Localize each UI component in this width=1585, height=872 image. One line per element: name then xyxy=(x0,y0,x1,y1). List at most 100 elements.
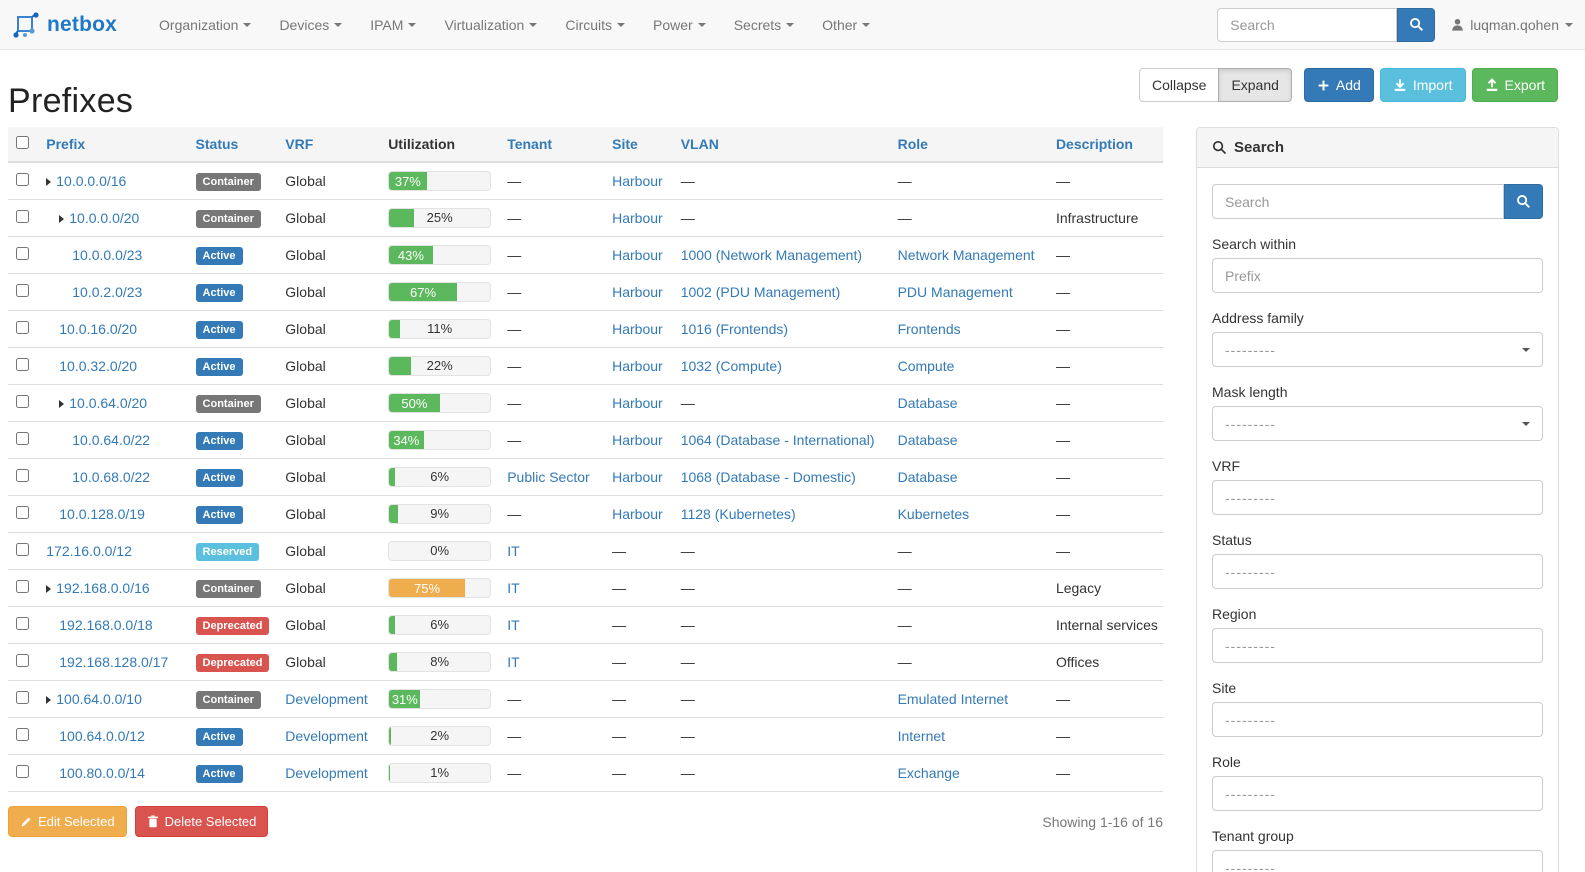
edit-selected-button[interactable]: Edit Selected xyxy=(8,806,127,837)
global-search-button[interactable] xyxy=(1397,8,1435,42)
row-checkbox[interactable] xyxy=(16,395,29,408)
role-link[interactable]: Kubernetes xyxy=(898,506,970,522)
delete-selected-button[interactable]: Delete Selected xyxy=(135,806,269,837)
role-link[interactable]: Database xyxy=(898,432,958,448)
tenant-link[interactable]: IT xyxy=(507,543,519,559)
site-link[interactable]: Harbour xyxy=(612,284,663,300)
site-link[interactable]: Harbour xyxy=(612,358,663,374)
filter-box-status[interactable]: --------- xyxy=(1212,554,1543,589)
prefix-link[interactable]: 172.16.0.0/12 xyxy=(46,543,132,559)
vlan-link[interactable]: 1064 (Database - International) xyxy=(681,432,875,448)
vrf-link[interactable]: Development xyxy=(285,765,368,781)
prefix-link[interactable]: 10.0.64.0/20 xyxy=(69,395,147,411)
column-header-description[interactable]: Description xyxy=(1048,127,1163,162)
nav-item-organization[interactable]: Organization xyxy=(145,2,265,48)
vlan-link[interactable]: 1000 (Network Management) xyxy=(681,247,862,263)
select-all-checkbox[interactable] xyxy=(16,136,29,149)
prefix-link[interactable]: 192.168.0.0/18 xyxy=(59,617,152,633)
role-link[interactable]: PDU Management xyxy=(898,284,1013,300)
vlan-link[interactable]: 1032 (Compute) xyxy=(681,358,782,374)
column-header-site[interactable]: Site xyxy=(604,127,673,162)
nav-item-other[interactable]: Other xyxy=(808,2,884,48)
row-checkbox[interactable] xyxy=(16,210,29,223)
vrf-link[interactable]: Development xyxy=(285,728,368,744)
prefix-link[interactable]: 10.0.0.0/20 xyxy=(69,210,139,226)
prefix-link[interactable]: 10.0.128.0/19 xyxy=(59,506,145,522)
add-button[interactable]: Add xyxy=(1304,68,1374,102)
collapse-button[interactable]: Collapse xyxy=(1139,68,1219,102)
column-header-status[interactable]: Status xyxy=(188,127,278,162)
column-header-role[interactable]: Role xyxy=(890,127,1048,162)
column-header-prefix[interactable]: Prefix xyxy=(38,127,187,162)
role-link[interactable]: Database xyxy=(898,395,958,411)
tenant-link[interactable]: IT xyxy=(507,654,519,670)
netbox-brand[interactable]: netbox xyxy=(12,11,117,39)
filter-box-tenant-group[interactable]: --------- xyxy=(1212,850,1543,872)
user-menu[interactable]: luqman.qohen xyxy=(1451,17,1573,33)
role-link[interactable]: Network Management xyxy=(898,247,1035,263)
row-checkbox[interactable] xyxy=(16,765,29,778)
role-link[interactable]: Emulated Internet xyxy=(898,691,1009,707)
filter-input-search-within[interactable] xyxy=(1212,258,1543,293)
nav-item-secrets[interactable]: Secrets xyxy=(720,2,808,48)
nav-item-power[interactable]: Power xyxy=(639,2,720,48)
nav-item-ipam[interactable]: IPAM xyxy=(356,2,430,48)
prefix-link[interactable]: 10.0.16.0/20 xyxy=(59,321,137,337)
role-link[interactable]: Internet xyxy=(898,728,945,744)
row-checkbox[interactable] xyxy=(16,247,29,260)
nav-item-circuits[interactable]: Circuits xyxy=(551,2,639,48)
row-checkbox[interactable] xyxy=(16,617,29,630)
import-button[interactable]: Import xyxy=(1380,68,1466,102)
expand-button[interactable]: Expand xyxy=(1218,68,1291,102)
vlan-link[interactable]: 1002 (PDU Management) xyxy=(681,284,841,300)
role-link[interactable]: Database xyxy=(898,469,958,485)
row-checkbox[interactable] xyxy=(16,654,29,667)
row-checkbox[interactable] xyxy=(16,432,29,445)
row-checkbox[interactable] xyxy=(16,543,29,556)
row-checkbox[interactable] xyxy=(16,358,29,371)
row-checkbox[interactable] xyxy=(16,506,29,519)
row-checkbox[interactable] xyxy=(16,469,29,482)
filter-select-address-family[interactable]: --------- xyxy=(1212,332,1543,367)
column-header-vlan[interactable]: VLAN xyxy=(673,127,890,162)
site-link[interactable]: Harbour xyxy=(612,506,663,522)
filter-box-role[interactable]: --------- xyxy=(1212,776,1543,811)
tenant-link[interactable]: Public Sector xyxy=(507,469,589,485)
global-search-input[interactable] xyxy=(1217,8,1397,42)
prefix-link[interactable]: 100.80.0.0/14 xyxy=(59,765,145,781)
prefix-link[interactable]: 10.0.64.0/22 xyxy=(72,432,150,448)
prefix-link[interactable]: 10.0.0.0/23 xyxy=(72,247,142,263)
nav-item-virtualization[interactable]: Virtualization xyxy=(430,2,551,48)
prefix-link[interactable]: 100.64.0.0/12 xyxy=(59,728,145,744)
site-link[interactable]: Harbour xyxy=(612,432,663,448)
tenant-link[interactable]: IT xyxy=(507,617,519,633)
vlan-link[interactable]: 1016 (Frontends) xyxy=(681,321,788,337)
prefix-link[interactable]: 10.0.2.0/23 xyxy=(72,284,142,300)
row-checkbox[interactable] xyxy=(16,173,29,186)
site-link[interactable]: Harbour xyxy=(612,173,663,189)
role-link[interactable]: Compute xyxy=(898,358,955,374)
sidebar-search-button[interactable] xyxy=(1504,184,1543,219)
export-button[interactable]: Export xyxy=(1472,68,1558,102)
prefix-link[interactable]: 192.168.0.0/16 xyxy=(56,580,149,596)
row-checkbox[interactable] xyxy=(16,728,29,741)
row-checkbox[interactable] xyxy=(16,580,29,593)
prefix-link[interactable]: 10.0.32.0/20 xyxy=(59,358,137,374)
site-link[interactable]: Harbour xyxy=(612,469,663,485)
filter-box-site[interactable]: --------- xyxy=(1212,702,1543,737)
row-checkbox[interactable] xyxy=(16,284,29,297)
row-checkbox[interactable] xyxy=(16,691,29,704)
column-header-tenant[interactable]: Tenant xyxy=(499,127,604,162)
site-link[interactable]: Harbour xyxy=(612,210,663,226)
filter-select-mask-length[interactable]: --------- xyxy=(1212,406,1543,441)
filter-box-vrf[interactable]: --------- xyxy=(1212,480,1543,515)
filter-box-region[interactable]: --------- xyxy=(1212,628,1543,663)
tenant-link[interactable]: IT xyxy=(507,580,519,596)
vlan-link[interactable]: 1068 (Database - Domestic) xyxy=(681,469,856,485)
nav-item-devices[interactable]: Devices xyxy=(265,2,356,48)
site-link[interactable]: Harbour xyxy=(612,247,663,263)
role-link[interactable]: Frontends xyxy=(898,321,961,337)
prefix-link[interactable]: 100.64.0.0/10 xyxy=(56,691,142,707)
role-link[interactable]: Exchange xyxy=(898,765,960,781)
site-link[interactable]: Harbour xyxy=(612,321,663,337)
